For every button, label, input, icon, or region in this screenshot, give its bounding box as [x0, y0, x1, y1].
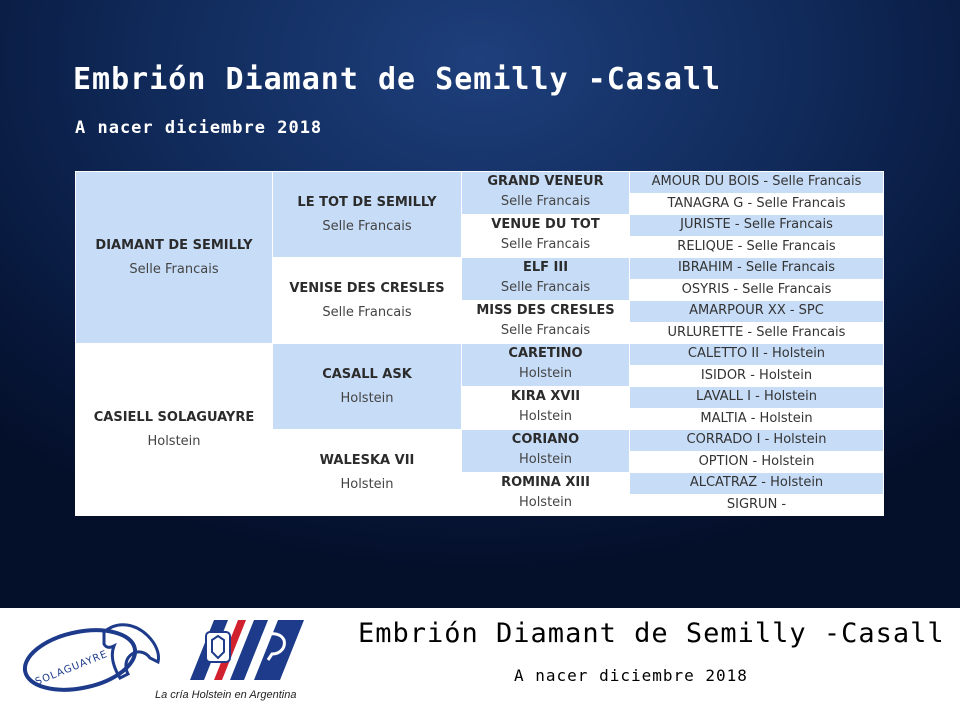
gen2-name: LE TOT DE SEMILLY: [297, 194, 437, 210]
gen3-name: ELF III: [522, 260, 569, 275]
gen2-cell: CASALL ASK Holstein: [272, 343, 462, 430]
gen3-breed: Selle Francais: [500, 322, 591, 338]
gen3-cell: VENUE DU TOT Selle Francais: [461, 214, 630, 258]
holstein-tagline: La cría Holstein en Argentina: [155, 689, 297, 701]
gen4-cell: ISIDOR - Holstein: [629, 364, 884, 387]
gen2-breed: Selle Francais: [322, 218, 412, 234]
gen2-breed: Holstein: [340, 390, 394, 406]
sire-name: DIAMANT DE SEMILLY: [95, 237, 253, 253]
gen3-cell: CARETINO Holstein: [461, 343, 630, 387]
gen2-name: VENISE DES CRESLES: [289, 280, 445, 296]
gen2-breed: Selle Francais: [322, 304, 412, 320]
dam-breed: Holstein: [147, 433, 201, 449]
gen4-cell: MALTIA - Holstein: [629, 407, 884, 430]
gen4-cell: CALETTO II - Holstein: [629, 343, 884, 366]
gen4-cell: SIGRUN -: [629, 493, 884, 516]
gen2-cell: WALESKA VII Holstein: [272, 429, 462, 516]
gen2-cell: VENISE DES CRESLES Selle Francais: [272, 257, 462, 344]
gen3-cell: KIRA XVII Holstein: [461, 386, 630, 430]
footer-subtitle: A nacer diciembre 2018: [514, 666, 748, 685]
gen4-cell: OPTION - Holstein: [629, 450, 884, 473]
gen4-cell: ALCATRAZ - Holstein: [629, 472, 884, 495]
holstein-logo: [190, 620, 304, 680]
gen4-cell: CORRADO I - Holstein: [629, 429, 884, 452]
gen3-breed: Holstein: [518, 494, 573, 510]
slide-title: Embrión Diamant de Semilly -Casall: [73, 62, 722, 97]
pedigree-table: DIAMANT DE SEMILLY Selle Francais LE TOT…: [75, 171, 884, 516]
gen3-name: MISS DES CRESLES: [476, 303, 615, 318]
gen3-cell: GRAND VENEUR Selle Francais: [461, 171, 630, 215]
gen2-name: WALESKA VII: [319, 452, 415, 468]
gen3-breed: Holstein: [518, 451, 573, 467]
gen3-breed: Holstein: [518, 408, 573, 424]
gen3-breed: Holstein: [518, 365, 573, 381]
gen3-breed: Selle Francais: [500, 236, 591, 252]
dam-cell: CASIELL SOLAGUAYRE Holstein: [75, 343, 273, 516]
gen3-cell: ROMINA XIII Holstein: [461, 472, 630, 516]
gen3-breed: Selle Francais: [500, 193, 591, 209]
gen3-name: ROMINA XIII: [501, 475, 590, 490]
slide-subtitle: A nacer diciembre 2018: [75, 118, 323, 138]
gen3-cell: MISS DES CRESLES Selle Francais: [461, 300, 630, 344]
dam-name: CASIELL SOLAGUAYRE: [93, 409, 255, 425]
footer-title: Embrión Diamant de Semilly -Casall: [358, 618, 945, 649]
gen4-cell: RELIQUE - Selle Francais: [629, 235, 884, 258]
gen3-name: CARETINO: [508, 346, 583, 361]
gen3-name: VENUE DU TOT: [491, 217, 600, 232]
gen4-cell: AMOUR DU BOIS - Selle Francais: [629, 171, 884, 194]
gen3-breed: Selle Francais: [500, 279, 591, 295]
gen4-cell: TANAGRA G - Selle Francais: [629, 192, 884, 215]
gen3-cell: CORIANO Holstein: [461, 429, 630, 473]
gen4-cell: OSYRIS - Selle Francais: [629, 278, 884, 301]
gen2-breed: Holstein: [340, 476, 394, 492]
gen2-cell: LE TOT DE SEMILLY Selle Francais: [272, 171, 462, 258]
gen2-name: CASALL ASK: [322, 366, 412, 382]
gen4-cell: IBRAHIM - Selle Francais: [629, 257, 884, 280]
gen3-name: CORIANO: [511, 432, 580, 447]
gen4-cell: AMARPOUR XX - SPC: [629, 300, 884, 323]
gen3-name: GRAND VENEUR: [487, 174, 604, 189]
gen4-cell: JURISTE - Selle Francais: [629, 214, 884, 237]
gen3-name: KIRA XVII: [510, 389, 581, 404]
sire-cell: DIAMANT DE SEMILLY Selle Francais: [75, 171, 273, 344]
gen3-cell: ELF III Selle Francais: [461, 257, 630, 301]
gen4-cell: URLURETTE - Selle Francais: [629, 321, 884, 344]
sire-breed: Selle Francais: [129, 261, 219, 277]
gen4-cell: LAVALL I - Holstein: [629, 386, 884, 409]
solaguayre-logo: SOLAGUAYRE: [22, 623, 160, 692]
